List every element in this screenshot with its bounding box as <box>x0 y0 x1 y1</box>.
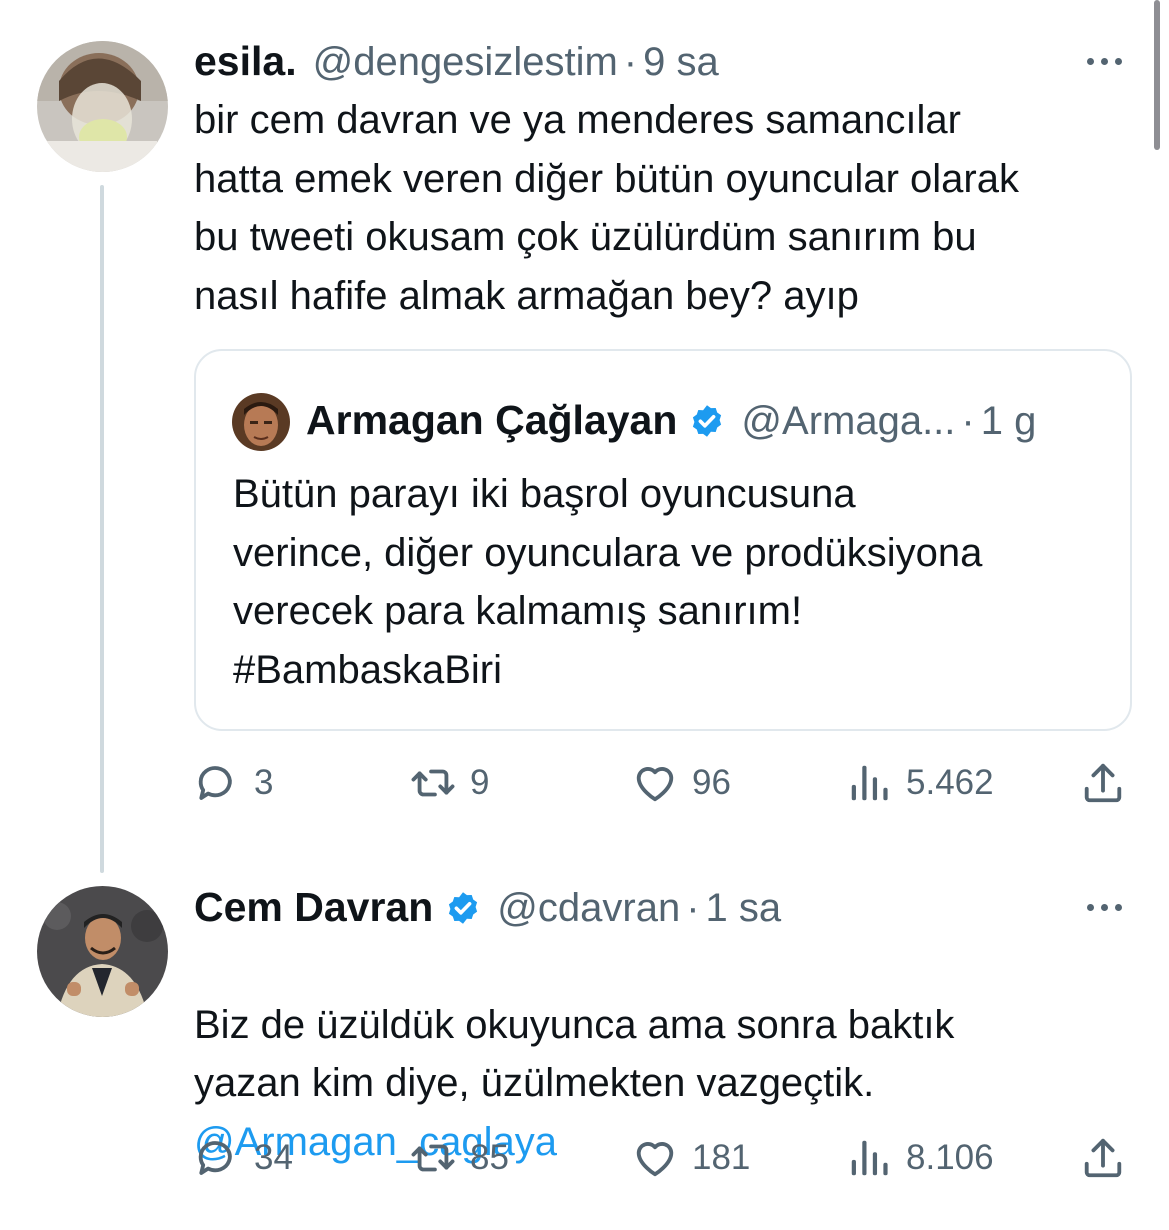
tweet-text: bir cem davran ve ya menderes samancılar… <box>194 98 1019 318</box>
tweet-text: Biz de üzüldük okuyunca ama sonra baktık… <box>194 1002 955 1106</box>
share-button[interactable] <box>1080 753 1126 813</box>
quoted-tweet-text: Bütün parayı iki başrol oyuncusuna verin… <box>233 472 983 692</box>
retweet-button[interactable]: 85 <box>410 1128 509 1188</box>
avatar-armagan[interactable] <box>232 393 290 451</box>
like-button[interactable]: 181 <box>632 1128 750 1188</box>
share-button[interactable] <box>1080 1128 1126 1188</box>
display-name[interactable]: Cem Davran <box>194 884 433 931</box>
more-options-button[interactable] <box>1087 58 1122 65</box>
retweet-count: 85 <box>470 1138 509 1177</box>
thread-connector-line <box>100 185 104 873</box>
views-button[interactable]: 5.462 <box>846 753 994 813</box>
retweet-icon <box>410 1135 456 1181</box>
quoted-tweet-card[interactable]: Armagan Çağlayan @Armaga... · 1 g Bütün … <box>194 349 1132 731</box>
reply-count: 34 <box>254 1138 293 1177</box>
more-dots-icon <box>1087 904 1094 911</box>
views-button[interactable]: 8.106 <box>846 1128 994 1188</box>
tweet-header: esila. @dengesizlestim · 9 sa <box>194 38 719 85</box>
share-upload-icon <box>1080 1135 1126 1181</box>
tweet-actions-bar: 3 9 96 5.462 <box>194 753 1134 813</box>
user-handle[interactable]: @cdavran <box>497 886 680 931</box>
views-bar-chart-icon <box>846 1135 892 1181</box>
like-count: 181 <box>692 1138 751 1177</box>
share-upload-icon <box>1080 760 1126 806</box>
quoted-display-name[interactable]: Armagan Çağlayan <box>306 397 677 444</box>
reply-button[interactable]: 34 <box>194 1128 293 1188</box>
separator-dot: · <box>623 40 638 84</box>
timestamp[interactable]: 9 sa <box>643 40 719 85</box>
heart-icon <box>632 1135 678 1181</box>
tweet-header: Cem Davran @cdavran · 1 sa <box>194 884 781 931</box>
views-count: 8.106 <box>906 1138 994 1177</box>
avatar-cem-davran[interactable] <box>37 886 168 1017</box>
display-name[interactable]: esila. <box>194 38 297 85</box>
timestamp[interactable]: 1 sa <box>706 886 782 931</box>
separator-dot: · <box>961 399 975 443</box>
retweet-count: 9 <box>470 763 490 802</box>
retweet-icon <box>410 760 456 806</box>
retweet-button[interactable]: 9 <box>410 753 489 813</box>
reply-bubble-icon <box>194 1135 240 1181</box>
views-count: 5.462 <box>906 763 994 802</box>
heart-icon <box>632 760 678 806</box>
avatar-image <box>37 41 168 172</box>
more-options-button[interactable] <box>1087 904 1122 911</box>
quoted-timestamp[interactable]: 1 g <box>981 399 1037 444</box>
quoted-tweet-header: Armagan Çağlayan @Armaga... · 1 g <box>306 397 1036 444</box>
more-dots-icon <box>1087 58 1094 65</box>
quoted-user-handle[interactable]: @Armaga... <box>741 399 955 444</box>
verified-badge-icon <box>445 890 481 926</box>
like-count: 96 <box>692 763 731 802</box>
user-handle[interactable]: @dengesizlestim <box>313 40 618 85</box>
like-button[interactable]: 96 <box>632 753 731 813</box>
reply-count: 3 <box>254 763 274 802</box>
tweet-actions-bar: 34 85 181 8.106 <box>194 1128 1134 1188</box>
views-bar-chart-icon <box>846 760 892 806</box>
verified-badge-icon <box>689 403 725 439</box>
avatar-image <box>232 393 290 451</box>
reply-bubble-icon <box>194 760 240 806</box>
reply-button[interactable]: 3 <box>194 753 273 813</box>
avatar-image <box>37 886 168 1017</box>
avatar-esila[interactable] <box>37 41 168 172</box>
scrollbar-thumb[interactable] <box>1154 0 1160 150</box>
separator-dot: · <box>686 886 700 930</box>
